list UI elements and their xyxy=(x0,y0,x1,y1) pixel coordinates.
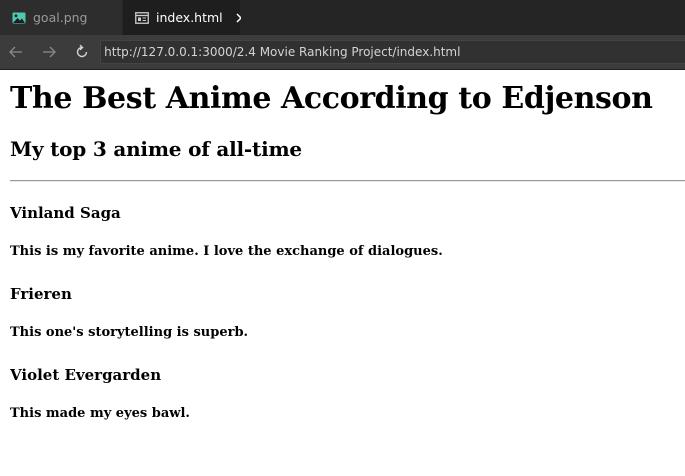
url-text: http://127.0.0.1:3000/2.4 Movie Ranking … xyxy=(104,45,461,59)
anime-title-1: Vinland Saga xyxy=(10,204,121,222)
back-button[interactable] xyxy=(0,35,33,70)
divider xyxy=(10,180,685,182)
image-icon xyxy=(12,12,26,24)
tab-label: goal.png xyxy=(33,10,88,25)
page-title: The Best Anime According to Edjenson xyxy=(10,81,653,116)
browser-preview-icon xyxy=(135,11,149,24)
url-input[interactable]: http://127.0.0.1:3000/2.4 Movie Ranking … xyxy=(100,40,685,64)
webpage-content: The Best Anime According to Edjenson My … xyxy=(0,71,685,476)
arrow-left-icon xyxy=(9,46,23,58)
reload-icon xyxy=(76,44,87,58)
tab-label: index.html xyxy=(156,10,223,25)
anime-description-2: This one's storytelling is superb. xyxy=(10,325,249,340)
tab-bar-empty-area xyxy=(241,0,685,35)
arrow-right-icon xyxy=(43,46,56,58)
anime-description-3: This made my eyes bawl. xyxy=(10,406,190,421)
page-subtitle: My top 3 anime of all-time xyxy=(10,137,302,161)
anime-title-2: Frieren xyxy=(10,285,72,303)
tab-goal-png[interactable]: goal.png xyxy=(0,0,123,35)
editor-tab-bar: goal.png index.html xyxy=(0,0,685,35)
anime-title-3: Violet Evergarden xyxy=(10,366,162,384)
anime-description-1: This is my favorite anime. I love the ex… xyxy=(10,244,443,259)
browser-nav-bar: http://127.0.0.1:3000/2.4 Movie Ranking … xyxy=(0,35,685,70)
tab-index-html[interactable]: index.html xyxy=(123,0,246,35)
forward-button[interactable] xyxy=(33,35,66,70)
reload-button[interactable] xyxy=(65,35,98,70)
